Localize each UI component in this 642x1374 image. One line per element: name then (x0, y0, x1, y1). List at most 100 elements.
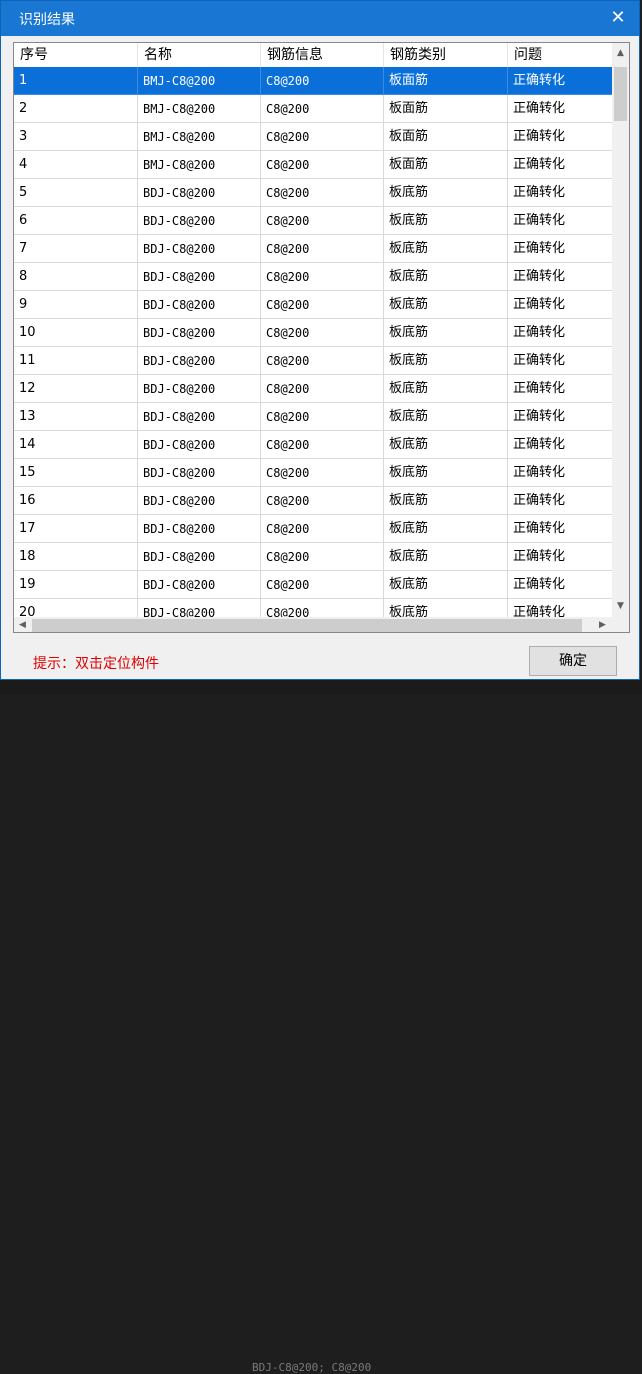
table-row[interactable]: 18 BDJ-C8@200 C8@200 板底筋 正确转化 (14, 543, 612, 571)
cell-index: 7 (14, 235, 138, 263)
cell-name: BMJ-C8@200 (138, 95, 261, 123)
cell-rebar-info: C8@200 (261, 403, 384, 431)
cell-rebar-type: 板底筋 (384, 235, 508, 263)
column-header-issue[interactable]: 问题 (508, 43, 612, 67)
cell-rebar-info: C8@200 (261, 207, 384, 235)
cell-rebar-info: C8@200 (261, 67, 384, 95)
cell-rebar-info: C8@200 (261, 599, 384, 617)
column-header-rebar-type[interactable]: 钢筋类别 (384, 43, 508, 67)
table-row[interactable]: 6 BDJ-C8@200 C8@200 板底筋 正确转化 (14, 207, 612, 235)
table-row[interactable]: 3 BMJ-C8@200 C8@200 板面筋 正确转化 (14, 123, 612, 151)
cell-issue: 正确转化 (508, 179, 612, 207)
table-row[interactable]: 13 BDJ-C8@200 C8@200 板底筋 正确转化 (14, 403, 612, 431)
scroll-right-icon[interactable]: ▶ (594, 617, 611, 632)
cell-rebar-type: 板面筋 (384, 67, 508, 95)
cell-issue: 正确转化 (508, 403, 612, 431)
table-row[interactable]: 8 BDJ-C8@200 C8@200 板底筋 正确转化 (14, 263, 612, 291)
table-row[interactable]: 11 BDJ-C8@200 C8@200 板底筋 正确转化 (14, 347, 612, 375)
vertical-scroll-thumb[interactable] (614, 67, 627, 121)
cell-index: 3 (14, 123, 138, 151)
cell-rebar-type: 板底筋 (384, 291, 508, 319)
column-header-name[interactable]: 名称 (138, 43, 261, 67)
table-row[interactable]: 7 BDJ-C8@200 C8@200 板底筋 正确转化 (14, 235, 612, 263)
table-row[interactable]: 1 BMJ-C8@200 C8@200 板面筋 正确转化 (14, 67, 612, 95)
cell-rebar-info: C8@200 (261, 123, 384, 151)
table-row[interactable]: 20 BDJ-C8@200 C8@200 板底筋 正确转化 (14, 599, 612, 617)
cell-rebar-type: 板底筋 (384, 375, 508, 403)
cell-issue: 正确转化 (508, 515, 612, 543)
table-row[interactable]: 2 BMJ-C8@200 C8@200 板面筋 正确转化 (14, 95, 612, 123)
cell-rebar-info: C8@200 (261, 319, 384, 347)
cell-issue: 正确转化 (508, 151, 612, 179)
cell-rebar-info: C8@200 (261, 263, 384, 291)
cell-name: BDJ-C8@200 (138, 263, 261, 291)
table-row[interactable]: 14 BDJ-C8@200 C8@200 板底筋 正确转化 (14, 431, 612, 459)
column-header-rebar-info[interactable]: 钢筋信息 (261, 43, 384, 67)
cell-issue: 正确转化 (508, 459, 612, 487)
cell-index: 2 (14, 95, 138, 123)
table-row[interactable]: 17 BDJ-C8@200 C8@200 板底筋 正确转化 (14, 515, 612, 543)
vertical-scrollbar[interactable]: ▲ ▼ (612, 43, 629, 617)
cell-index: 6 (14, 207, 138, 235)
cell-issue: 正确转化 (508, 347, 612, 375)
cell-name: BDJ-C8@200 (138, 599, 261, 617)
table-row[interactable]: 16 BDJ-C8@200 C8@200 板底筋 正确转化 (14, 487, 612, 515)
cell-name: BDJ-C8@200 (138, 487, 261, 515)
table-row[interactable]: 4 BMJ-C8@200 C8@200 板面筋 正确转化 (14, 151, 612, 179)
cell-name: BDJ-C8@200 (138, 235, 261, 263)
cell-name: BDJ-C8@200 (138, 207, 261, 235)
cell-index: 16 (14, 487, 138, 515)
scrollbar-corner (612, 617, 629, 632)
cell-rebar-type: 板底筋 (384, 179, 508, 207)
cell-issue: 正确转化 (508, 487, 612, 515)
scroll-up-icon[interactable]: ▲ (612, 45, 629, 62)
cell-name: BDJ-C8@200 (138, 431, 261, 459)
cell-index: 15 (14, 459, 138, 487)
cell-rebar-info: C8@200 (261, 543, 384, 571)
column-header-index[interactable]: 序号 (14, 43, 138, 67)
table-row[interactable]: 10 BDJ-C8@200 C8@200 板底筋 正确转化 (14, 319, 612, 347)
cell-name: BDJ-C8@200 (138, 347, 261, 375)
ok-button[interactable]: 确定 (529, 646, 617, 676)
cell-rebar-type: 板底筋 (384, 571, 508, 599)
cell-rebar-info: C8@200 (261, 571, 384, 599)
cell-issue: 正确转化 (508, 207, 612, 235)
cell-rebar-info: C8@200 (261, 179, 384, 207)
cell-index: 20 (14, 599, 138, 617)
cell-rebar-type: 板底筋 (384, 599, 508, 617)
cell-rebar-info: C8@200 (261, 487, 384, 515)
cell-index: 10 (14, 319, 138, 347)
cell-issue: 正确转化 (508, 431, 612, 459)
cell-rebar-type: 板底筋 (384, 431, 508, 459)
cell-rebar-info: C8@200 (261, 515, 384, 543)
horizontal-scrollbar[interactable]: ◀ ▶ (14, 617, 612, 632)
table-row[interactable]: 15 BDJ-C8@200 C8@200 板底筋 正确转化 (14, 459, 612, 487)
table-row[interactable]: 5 BDJ-C8@200 C8@200 板底筋 正确转化 (14, 179, 612, 207)
scroll-left-icon[interactable]: ◀ (14, 617, 31, 632)
cell-name: BDJ-C8@200 (138, 459, 261, 487)
close-button[interactable]: ✕ (603, 4, 633, 32)
dialog-titlebar[interactable]: 识别结果 ✕ (1, 1, 639, 36)
cell-rebar-info: C8@200 (261, 291, 384, 319)
cell-issue: 正确转化 (508, 123, 612, 151)
cell-issue: 正确转化 (508, 263, 612, 291)
cell-index: 13 (14, 403, 138, 431)
horizontal-scroll-thumb[interactable] (32, 619, 582, 632)
hint-text: 提示：双击定位构件 (33, 656, 159, 672)
list-rows: 1 BMJ-C8@200 C8@200 板面筋 正确转化 2 BMJ-C8@200 C8@20… (14, 67, 612, 617)
cell-name: BDJ-C8@200 (138, 291, 261, 319)
cell-name: BMJ-C8@200 (138, 123, 261, 151)
cell-rebar-type: 板底筋 (384, 347, 508, 375)
table-row[interactable]: 9 BDJ-C8@200 C8@200 板底筋 正确转化 (14, 291, 612, 319)
cell-name: BDJ-C8@200 (138, 571, 261, 599)
cell-name: BMJ-C8@200 (138, 151, 261, 179)
cell-issue: 正确转化 (508, 291, 612, 319)
background-canvas-strip: BDJ-C8@200; C8@200 (0, 680, 642, 1374)
cell-rebar-type: 板底筋 (384, 515, 508, 543)
cell-rebar-type: 板底筋 (384, 459, 508, 487)
result-list[interactable]: 序号 名称 钢筋信息 钢筋类别 问题 1 BMJ-C8@200 C8@200 板面筋正… (13, 42, 630, 633)
cell-index: 11 (14, 347, 138, 375)
table-row[interactable]: 19 BDJ-C8@200 C8@200 板底筋 正确转化 (14, 571, 612, 599)
table-row[interactable]: 12 BDJ-C8@200 C8@200 板底筋 正确转化 (14, 375, 612, 403)
scroll-down-icon[interactable]: ▼ (612, 598, 629, 615)
